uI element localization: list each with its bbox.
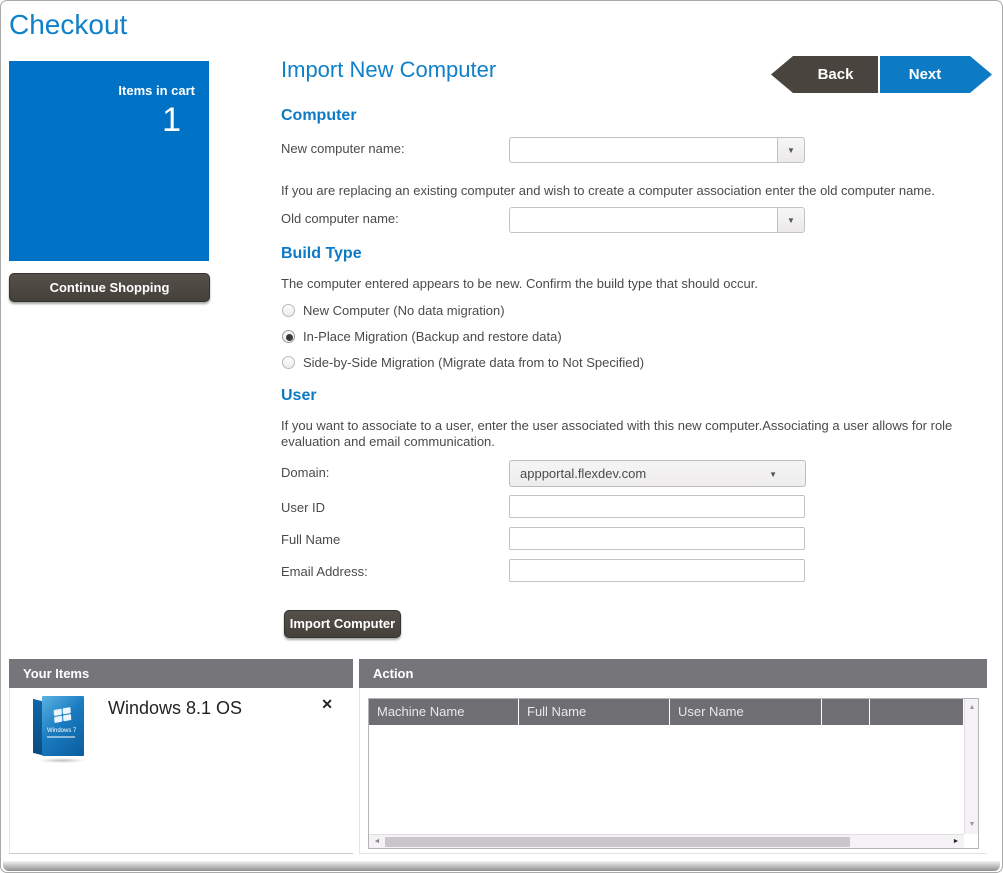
new-computer-name-input[interactable] <box>509 137 777 163</box>
radio-icon[interactable] <box>282 356 295 369</box>
import-computer-button[interactable]: Import Computer <box>284 610 401 638</box>
scroll-right-icon[interactable]: ► <box>949 835 963 849</box>
domain-label: Domain: <box>281 465 329 480</box>
column-header-machine-name[interactable]: Machine Name <box>369 699 519 725</box>
old-computer-name-combo: ▼ <box>509 207 805 233</box>
box-front: Windows 7 <box>42 696 84 756</box>
windows-flag-icon <box>53 707 72 723</box>
chevron-down-icon: ▼ <box>787 146 795 155</box>
back-button[interactable]: Back <box>771 56 878 93</box>
horizontal-scrollbar[interactable]: ◄ ► <box>369 834 964 848</box>
box-sub-line <box>47 736 75 738</box>
full-name-label: Full Name <box>281 532 340 547</box>
column-header-full-name[interactable]: Full Name <box>519 699 670 725</box>
your-items-header: Your Items <box>9 659 353 688</box>
new-computer-name-combo: ▼ <box>509 137 805 163</box>
box-label: Windows 7 <box>47 728 76 734</box>
form-title: Import New Computer <box>281 57 496 83</box>
radio-in-place-migration-label: In-Place Migration (Backup and restore d… <box>303 329 562 344</box>
scroll-down-icon[interactable]: ▼ <box>965 818 979 832</box>
new-computer-name-label: New computer name: <box>281 141 405 156</box>
page-bottom-shadow <box>3 861 1000 871</box>
chevron-down-icon: ▼ <box>769 470 777 479</box>
continue-shopping-button[interactable]: Continue Shopping <box>9 273 210 302</box>
new-computer-name-dropdown-button[interactable]: ▼ <box>777 137 805 163</box>
build-type-note: The computer entered appears to be new. … <box>281 276 991 291</box>
radio-new-computer-label: New Computer (No data migration) <box>303 303 505 318</box>
box-spine <box>33 699 42 755</box>
box-shadow <box>38 758 86 763</box>
scroll-up-icon[interactable]: ▲ <box>965 701 979 715</box>
scroll-left-icon[interactable]: ◄ <box>370 835 384 849</box>
email-address-label: Email Address: <box>281 564 368 579</box>
grid-header-row: Machine Name Full Name User Name <box>369 699 964 725</box>
your-items-panel: Windows 7 Windows 8.1 OS ✕ <box>9 688 353 854</box>
computer-section-heading: Computer <box>281 107 357 125</box>
column-header-empty-2 <box>870 699 964 725</box>
cart-summary-box: Items in cart 1 <box>9 61 209 261</box>
page-title: Checkout <box>9 9 127 41</box>
radio-new-computer[interactable]: New Computer (No data migration) <box>282 302 505 318</box>
cart-count: 1 <box>162 101 181 140</box>
build-type-section-heading: Build Type <box>281 245 362 263</box>
radio-selected-icon[interactable] <box>282 330 295 343</box>
remove-item-icon[interactable]: ✕ <box>321 696 333 713</box>
items-in-cart-label: Items in cart <box>118 83 195 98</box>
replace-computer-note: If you are replacing an existing compute… <box>281 183 991 198</box>
checkout-page: Checkout Items in cart 1 Continue Shoppi… <box>0 0 1003 873</box>
windows-product-box-image: Windows 7 <box>32 694 90 760</box>
next-button[interactable]: Next <box>880 56 992 93</box>
user-id-input[interactable] <box>509 495 805 518</box>
domain-select[interactable]: appportal.flexdev.com ▼ <box>509 460 806 487</box>
old-computer-name-dropdown-button[interactable]: ▼ <box>777 207 805 233</box>
old-computer-name-input[interactable] <box>509 207 777 233</box>
action-header: Action <box>359 659 987 688</box>
radio-side-by-side-migration[interactable]: Side-by-Side Migration (Migrate data fro… <box>282 354 644 370</box>
radio-side-by-side-migration-label: Side-by-Side Migration (Migrate data fro… <box>303 355 644 370</box>
horizontal-scroll-thumb[interactable] <box>385 837 850 847</box>
vertical-scrollbar[interactable]: ▲ ▼ <box>964 699 978 834</box>
radio-icon[interactable] <box>282 304 295 317</box>
cart-item-name: Windows 8.1 OS <box>108 698 242 719</box>
user-section-heading: User <box>281 387 317 405</box>
email-address-input[interactable] <box>509 559 805 582</box>
radio-in-place-migration[interactable]: In-Place Migration (Backup and restore d… <box>282 328 562 344</box>
column-header-user-name[interactable]: User Name <box>670 699 822 725</box>
domain-selected-value: appportal.flexdev.com <box>520 466 646 481</box>
machine-grid: Machine Name Full Name User Name ▲ ▼ ◄ ► <box>368 698 979 849</box>
full-name-input[interactable] <box>509 527 805 550</box>
user-note: If you want to associate to a user, ente… <box>281 418 986 450</box>
user-id-label: User ID <box>281 500 325 515</box>
action-panel: Machine Name Full Name User Name ▲ ▼ ◄ ► <box>359 688 987 854</box>
chevron-down-icon: ▼ <box>787 216 795 225</box>
old-computer-name-label: Old computer name: <box>281 211 399 226</box>
column-header-empty-1 <box>822 699 870 725</box>
